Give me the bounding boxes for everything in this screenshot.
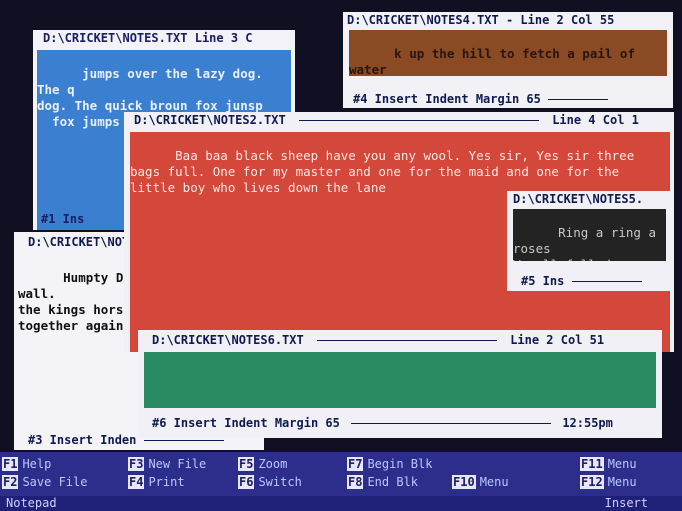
window-notes2-position: Line 4 Col 1 (552, 113, 639, 127)
window-notes1-title: D:\CRICKET\NOTES.TXT Line 3 C (43, 31, 253, 45)
desktop: D:\CRICKET\NOTES4.TXT - Line 2 Col 55 k … (0, 0, 682, 511)
fkey-menu-f10[interactable]: F10 Menu (452, 474, 509, 490)
fkey-help[interactable]: F1 Help (2, 456, 51, 472)
window-notes4-text[interactable]: k up the hill to fetch a pail of water n… (349, 30, 667, 76)
fkey-switch[interactable]: F6 Switch (238, 474, 302, 490)
window-notes6-titlebar[interactable]: D:\CRICKET\NOTES6.TXT Line 2 Col 51 (152, 332, 662, 349)
window-notes5-title: D:\CRICKET\NOTES5. (513, 192, 644, 206)
fkey-save-file[interactable]: F2 Save File (2, 474, 87, 490)
window-notes4[interactable]: D:\CRICKET\NOTES4.TXT - Line 2 Col 55 k … (343, 12, 673, 108)
fkey-new-file[interactable]: F3 New File (128, 456, 206, 472)
fkey-end-blk[interactable]: F8 End Blk (347, 474, 418, 490)
window-notes2-titlebar[interactable]: D:\CRICKET\NOTES2.TXT Line 4 Col 1 (134, 112, 674, 129)
fkey-print[interactable]: F4 Print (128, 474, 185, 490)
clock: 12:55pm (562, 416, 613, 430)
window-notes5-text[interactable]: Ring a ring a roses We all fall down. (513, 209, 666, 261)
fkey-menu-f11[interactable]: F11 Menu (580, 456, 637, 472)
window-notes4-status: #4 Insert Indent Margin 65 (353, 92, 673, 107)
function-key-bar: F1 Help F2 Save File F3 New File F4 Print F5… (0, 452, 682, 496)
insert-mode-indicator: Insert (604, 496, 648, 510)
window-notes5[interactable]: D:\CRICKET\NOTES5. Ring a ring a roses W… (507, 191, 672, 291)
bottom-status-bar: Notepad Insert (0, 496, 682, 511)
fkey-zoom[interactable]: F5 Zoom (238, 456, 287, 472)
window-notes4-titlebar[interactable]: D:\CRICKET\NOTES4.TXT - Line 2 Col 55 (347, 12, 673, 29)
window-notes4-title: D:\CRICKET\NOTES4.TXT - Line 2 Col 55 (347, 13, 615, 27)
fkey-begin-blk[interactable]: F7 Begin Blk (347, 456, 432, 472)
window-notes6[interactable]: D:\CRICKET\NOTES6.TXT Line 2 Col 51 #6 I… (138, 330, 662, 438)
window-notes5-titlebar[interactable]: D:\CRICKET\NOTES5. (513, 191, 672, 208)
fkey-menu-f12[interactable]: F12 Menu (580, 474, 637, 490)
window-notes1-titlebar[interactable]: D:\CRICKET\NOTES.TXT Line 3 C (43, 30, 295, 47)
app-name: Notepad (6, 496, 57, 510)
window-notes6-text[interactable] (144, 352, 656, 408)
window-notes2-title: D:\CRICKET\NOTES2.TXT (134, 113, 286, 127)
window-notes5-status: #5 Ins (521, 274, 672, 289)
window-notes6-title: D:\CRICKET\NOTES6.TXT (152, 333, 304, 347)
window-notes6-status: #6 Insert Indent Margin 65 12:55pm (152, 416, 613, 430)
window-notes6-position: Line 2 Col 51 (510, 333, 605, 347)
